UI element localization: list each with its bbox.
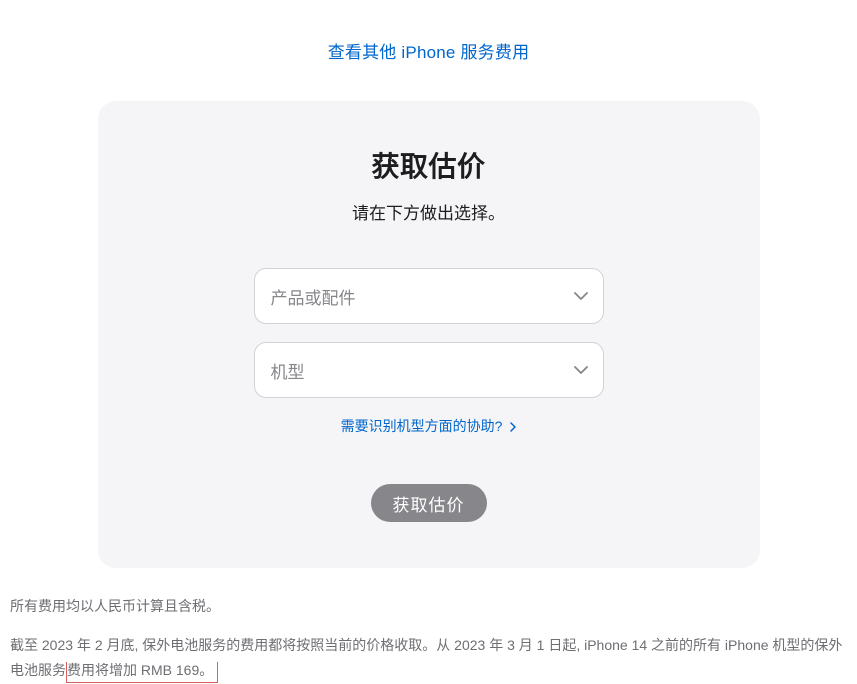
footer-note-price-change: 截至 2023 年 2 月底, 保外电池服务的费用都将按照当前的价格收取。从 2… [10, 633, 847, 683]
footer-note-currency: 所有费用均以人民币计算且含税。 [10, 594, 847, 619]
identify-model-help-link[interactable]: 需要识别机型方面的协助? [341, 418, 517, 434]
help-link-text: 需要识别机型方面的协助? [341, 418, 503, 434]
get-estimate-button[interactable]: 获取估价 [371, 484, 487, 522]
price-increase-highlight: 费用将增加 RMB 169。 [66, 662, 218, 683]
product-placeholder: 产品或配件 [271, 284, 356, 309]
estimate-card: 获取估价 请在下方做出选择。 产品或配件 机型 需要识别机型方面的协助? 获取估… [98, 101, 760, 568]
top-link-container: 查看其他 iPhone 服务费用 [0, 0, 857, 101]
card-title: 获取估价 [148, 145, 710, 185]
product-select-wrap: 产品或配件 [254, 268, 604, 324]
footer: 所有费用均以人民币计算且含税。 截至 2023 年 2 月底, 保外电池服务的费… [0, 568, 857, 684]
model-select[interactable]: 机型 [254, 342, 604, 398]
product-select[interactable]: 产品或配件 [254, 268, 604, 324]
model-select-wrap: 机型 [254, 342, 604, 398]
other-services-link[interactable]: 查看其他 iPhone 服务费用 [328, 43, 530, 62]
help-link-container: 需要识别机型方面的协助? [148, 416, 710, 436]
chevron-right-icon [510, 419, 516, 435]
card-subtitle: 请在下方做出选择。 [148, 199, 710, 224]
model-placeholder: 机型 [271, 358, 305, 383]
